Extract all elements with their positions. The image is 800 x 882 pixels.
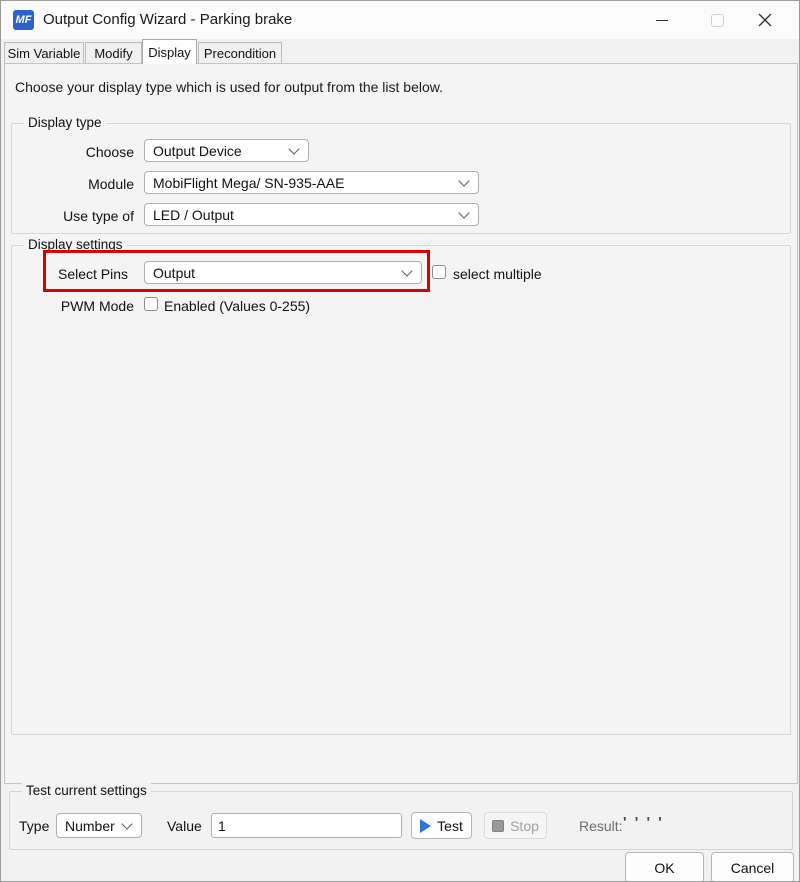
play-icon (420, 819, 431, 833)
choose-display-type-value: Output Device (153, 143, 242, 159)
tab-sim-variable[interactable]: Sim Variable (4, 42, 84, 64)
chevron-down-icon (288, 143, 299, 154)
minimize-button[interactable] (646, 5, 678, 35)
pwm-enabled-checkbox[interactable] (144, 297, 158, 311)
close-button[interactable] (749, 5, 781, 35)
window-title: Output Config Wizard - Parking brake (43, 11, 292, 28)
chevron-down-icon (458, 175, 469, 186)
value-label: Value (167, 818, 202, 834)
close-icon (757, 12, 773, 28)
test-settings-group-title: Test current settings (22, 783, 151, 798)
tab-display[interactable]: Display (142, 39, 197, 64)
chevron-down-icon (458, 207, 469, 218)
output-config-wizard-window: MF Output Config Wizard - Parking brake … (0, 0, 800, 882)
result-value: ' ' ' ' (623, 814, 664, 831)
test-type-value: Number (65, 818, 115, 834)
maximize-button (701, 5, 733, 35)
test-button-label: Test (437, 818, 463, 834)
stop-icon (492, 820, 504, 832)
use-type-label: Use type of (21, 208, 134, 224)
display-type-group-title: Display type (24, 115, 106, 130)
stop-button: Stop (484, 812, 547, 839)
pwm-enabled-label: Enabled (Values 0-255) (164, 298, 310, 314)
chevron-down-icon (401, 265, 412, 276)
tab-precondition[interactable]: Precondition (198, 42, 282, 64)
module-label: Module (21, 176, 134, 192)
choose-display-type-dropdown[interactable]: Output Device (144, 139, 309, 162)
select-pins-label: Select Pins (58, 266, 128, 282)
minimize-icon (656, 20, 668, 21)
stop-button-label: Stop (510, 818, 539, 834)
display-settings-group: Display settings (11, 245, 791, 735)
use-type-value: LED / Output (153, 207, 234, 223)
instruction-text: Choose your display type which is used f… (15, 79, 443, 95)
title-bar: MF Output Config Wizard - Parking brake (1, 1, 799, 39)
pwm-mode-label: PWM Mode (21, 298, 134, 314)
cancel-button[interactable]: Cancel (711, 852, 794, 882)
test-button[interactable]: Test (411, 812, 472, 839)
chevron-down-icon (121, 818, 132, 829)
tab-modify[interactable]: Modify (85, 42, 142, 64)
choose-label: Choose (21, 144, 134, 160)
type-label: Type (19, 818, 49, 834)
test-value-input[interactable] (211, 813, 402, 838)
test-type-dropdown[interactable]: Number (56, 813, 142, 838)
select-pins-value: Output (153, 265, 195, 281)
mobiflight-logo-icon: MF (13, 10, 34, 30)
module-dropdown[interactable]: MobiFlight Mega/ SN-935-AAE (144, 171, 479, 194)
display-settings-group-title: Display settings (24, 237, 127, 252)
result-label: Result: (579, 818, 623, 834)
module-value: MobiFlight Mega/ SN-935-AAE (153, 175, 344, 191)
select-multiple-label: select multiple (453, 266, 542, 282)
ok-button[interactable]: OK (625, 852, 704, 882)
use-type-dropdown[interactable]: LED / Output (144, 203, 479, 226)
select-multiple-checkbox[interactable] (432, 265, 446, 279)
maximize-icon (711, 14, 724, 27)
select-pins-dropdown[interactable]: Output (144, 261, 422, 284)
